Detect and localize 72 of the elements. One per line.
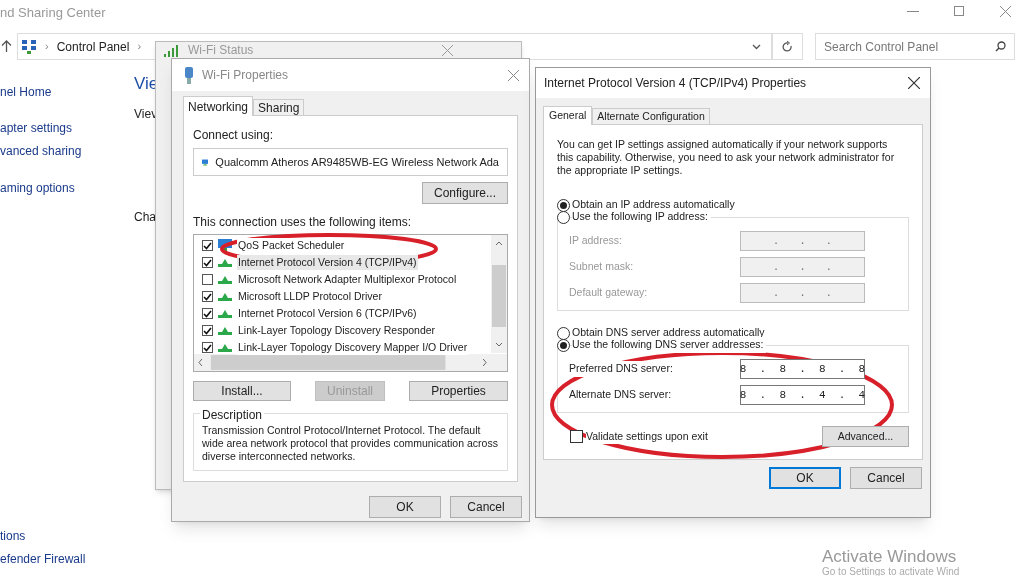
advanced-button[interactable]: Advanced...: [822, 426, 909, 447]
dialog-button[interactable]: OK: [769, 467, 841, 489]
tab[interactable]: Networking: [183, 96, 254, 116]
description-text: Transmission Control Protocol/Internet Protocol. The default wide area network protocol that provides communication across diverse interconnected networks.: [202, 424, 499, 463]
dialog-button[interactable]: Cancel: [450, 496, 522, 518]
sidebar-link[interactable]: nel Home: [0, 83, 52, 101]
maximize-icon: [954, 6, 964, 16]
refresh-icon: [782, 40, 793, 53]
chevron-icon: ›: [137, 38, 142, 55]
close-icon: [442, 45, 453, 56]
checkbox[interactable]: [202, 325, 213, 336]
chevron-icon: ›: [45, 38, 49, 55]
sidebar-link[interactable]: aming options: [0, 179, 75, 197]
field-label: Preferred DNS server:: [569, 361, 675, 377]
minimize-icon: [907, 11, 919, 13]
network-icon: [21, 38, 37, 55]
checkbox[interactable]: [202, 274, 213, 285]
network-adapter-icon: [184, 66, 194, 84]
dialog-title: Wi-Fi Status: [188, 44, 254, 57]
radio-button[interactable]: [557, 338, 570, 352]
activation-title: Activate Windows: [822, 546, 957, 567]
radio-button[interactable]: [557, 198, 570, 212]
network-node-icon: [218, 342, 232, 353]
search-icon: [995, 41, 1006, 52]
field-label: This connection uses the following items:: [193, 214, 413, 231]
section-label: Cha: [134, 209, 156, 226]
configure-button[interactable]: Configure...: [422, 182, 508, 204]
checkbox[interactable]: [202, 240, 213, 251]
info-text: You can get IP settings assigned automatically if your network supports this capability. Otherwise, you need to ask your network administrator for the appropriate IP settings.: [557, 138, 896, 177]
close-icon: [1000, 6, 1011, 17]
close-icon: [508, 69, 519, 81]
dialog-button[interactable]: Cancel: [850, 467, 922, 489]
breadcrumb-item[interactable]: Control Panel: [56, 37, 130, 56]
option-label[interactable]: Use the following IP address:: [572, 209, 711, 225]
network-node-icon: [218, 274, 232, 285]
ip-address-field: . . .: [740, 257, 865, 277]
sidebar-link[interactable]: apter settings: [0, 119, 73, 137]
tab[interactable]: General: [543, 106, 593, 125]
window-title: nd Sharing Center: [0, 4, 106, 22]
list-item[interactable]: QoS Packet Scheduler: [237, 237, 346, 254]
network-node-icon: [218, 325, 232, 336]
radio-button[interactable]: [557, 326, 570, 340]
checkbox[interactable]: [202, 257, 213, 268]
radio-button[interactable]: [557, 210, 570, 224]
dialog-title: Internet Protocol Version 4 (TCP/IPv4) Properties: [544, 75, 808, 92]
ip-address-field: . . .: [740, 231, 865, 251]
refresh-button[interactable]: [772, 33, 803, 60]
sidebar-link[interactable]: efender Firewall: [0, 550, 86, 568]
list-item[interactable]: Internet Protocol Version 4 (TCP/IPv4): [237, 254, 418, 271]
checkbox[interactable]: [202, 308, 213, 319]
search-field[interactable]: Search Control Panel: [815, 33, 1015, 60]
network-node-icon: [218, 308, 232, 319]
adapter-name: Qualcomm Atheros AR9485WB-EG Wireless Network Ada: [215, 154, 499, 170]
dialog-title: Wi-Fi Properties: [202, 67, 289, 84]
ip-address-field: . . .: [740, 283, 865, 303]
sidebar-link[interactable]: vanced sharing: [0, 142, 82, 160]
field-label: Default gateway:: [569, 285, 650, 301]
close-icon: [908, 77, 920, 89]
network-node-icon: [218, 257, 232, 268]
sidebar-link[interactable]: tions: [0, 527, 26, 545]
option-label[interactable]: Use the following DNS server addresses:: [572, 337, 767, 353]
network-node-icon: [218, 291, 232, 302]
action-button[interactable]: Properties: [409, 381, 508, 401]
up-arrow-icon: [1, 40, 12, 52]
action-button[interactable]: Install...: [193, 381, 291, 401]
checkbox[interactable]: [570, 430, 583, 443]
monitor-icon: [218, 239, 232, 252]
dialog-button[interactable]: OK: [369, 496, 441, 518]
checkbox[interactable]: [202, 291, 213, 302]
field-label: Connect using:: [193, 127, 275, 144]
dropdown-icon: [752, 43, 761, 50]
checkbox[interactable]: [202, 342, 213, 353]
